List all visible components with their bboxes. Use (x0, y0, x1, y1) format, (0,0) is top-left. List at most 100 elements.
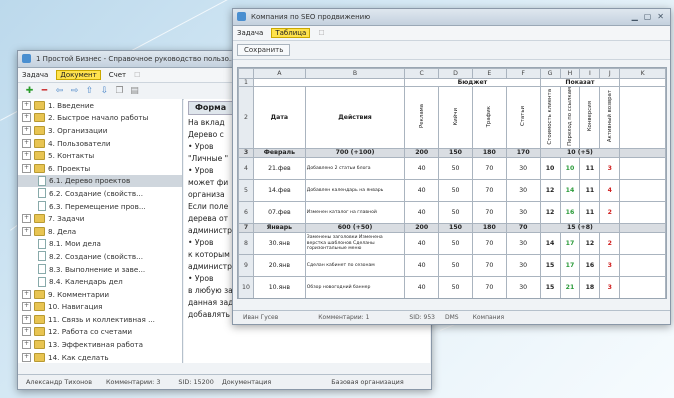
date-cell[interactable]: Февраль (252, 147, 306, 158)
action-cell[interactable]: Сделан кабинет по сезонам (304, 253, 406, 277)
column-header[interactable]: F (505, 68, 541, 79)
tree-item[interactable]: +9. Комментарии (18, 288, 182, 301)
tree-item[interactable]: +1. Введение (18, 99, 182, 112)
indicator-cell[interactable]: 15 (539, 275, 561, 298)
indicator-cell[interactable]: 16 (579, 253, 601, 277)
tree-item[interactable]: +10. Навигация (18, 301, 182, 314)
indicator-cell[interactable]: 3 (599, 275, 621, 298)
budget-cell[interactable]: 40 (404, 275, 440, 298)
tree-item[interactable]: +3. Организации (18, 124, 182, 137)
expand-icon[interactable]: + (22, 113, 31, 123)
budget-cell[interactable]: 30 (505, 275, 541, 298)
tree-item[interactable]: +2. Быстрое начало работы (18, 112, 182, 125)
budget-cell[interactable]: 70 (471, 178, 507, 202)
budget-cell[interactable]: 70 (471, 275, 507, 298)
expand-icon[interactable]: + (22, 151, 31, 161)
save-button[interactable]: Сохранить (237, 44, 291, 56)
budget-cell[interactable]: 30 (505, 178, 541, 202)
close-icon[interactable]: ✕ (657, 12, 664, 21)
indicator-cell[interactable]: 3 (599, 253, 621, 277)
menu-task[interactable]: Задача (237, 29, 263, 37)
date-header[interactable]: Дата (252, 86, 306, 149)
metric-header[interactable]: Трафик (471, 86, 507, 149)
indicator-cell[interactable]: 10 (539, 156, 561, 180)
column-header[interactable]: G (539, 68, 561, 79)
tab-form[interactable]: Форма (188, 101, 234, 115)
tree-item[interactable]: 8.1. Мои дела (18, 238, 182, 251)
table-cell[interactable] (619, 86, 666, 149)
action-cell[interactable]: 700 (+100) (304, 147, 406, 158)
budget-cell[interactable]: 150 (438, 147, 473, 158)
indicator-cell[interactable]: 17 (559, 253, 581, 277)
arrow-up-icon[interactable]: ⇧ (84, 86, 95, 97)
budget-cell[interactable]: 200 (404, 147, 440, 158)
action-header[interactable]: Действия (304, 86, 406, 149)
indicator-cell[interactable]: 11 (579, 178, 601, 202)
table-cell[interactable] (252, 78, 406, 87)
metric-header[interactable]: Активный возврат (599, 86, 621, 149)
remove-icon[interactable]: ━ (39, 86, 50, 97)
budget-cell[interactable]: 50 (438, 200, 473, 224)
budget-group-header[interactable]: Бюджет (404, 78, 541, 87)
row-number[interactable]: 7 (238, 222, 254, 233)
expand-icon[interactable]: + (22, 214, 31, 224)
budget-cell[interactable]: 50 (438, 275, 473, 298)
budget-cell[interactable]: 70 (471, 253, 507, 277)
budget-cell[interactable]: 70 (471, 231, 507, 255)
column-header[interactable]: D (438, 68, 473, 79)
indicator-cell[interactable]: 12 (539, 200, 561, 224)
new-tab-icon[interactable]: ☐ (134, 71, 140, 79)
expand-icon[interactable]: + (22, 125, 31, 135)
arrow-right-icon[interactable]: ⇨ (69, 86, 80, 97)
expand-icon[interactable]: + (22, 226, 31, 236)
budget-cell[interactable]: 50 (438, 156, 473, 180)
indicator-cell[interactable]: 16 (559, 200, 581, 224)
budget-cell[interactable]: 40 (404, 253, 440, 277)
action-cell[interactable]: Добавлено 2 статьи блога (304, 156, 406, 180)
indicator-cell[interactable]: 11 (579, 200, 601, 224)
expand-icon[interactable]: + (22, 163, 31, 173)
tree-item[interactable]: 8.3. Выполнение и заве... (18, 263, 182, 276)
tree-item[interactable]: 8.4. Календарь дел (18, 275, 182, 288)
tree-item[interactable]: +7. Задачи (18, 212, 182, 225)
tree-item[interactable]: +14. Как сделать (18, 351, 182, 363)
arrow-left-icon[interactable]: ⇦ (54, 86, 65, 97)
budget-cell[interactable]: 30 (505, 231, 541, 255)
budget-cell[interactable]: 30 (505, 253, 541, 277)
action-cell[interactable]: Обзор новогодний баннер (304, 275, 406, 298)
expand-icon[interactable]: + (22, 340, 31, 350)
indicator-cell[interactable]: 2 (599, 200, 621, 224)
spreadsheet-window-titlebar[interactable]: Компания по SEO продвижению ▁ ▢ ✕ (233, 9, 670, 26)
row-number[interactable]: 1 (238, 78, 254, 87)
indicator-cell[interactable]: 11 (579, 156, 601, 180)
row-number[interactable]: 10 (238, 275, 254, 298)
status-comments[interactable]: Комментарии: 1 (318, 314, 369, 321)
action-cell[interactable]: Заменены заголовки Изменена верстка шабл… (304, 231, 406, 255)
arrow-down-icon[interactable]: ⇩ (99, 86, 110, 97)
budget-cell[interactable]: 200 (404, 222, 440, 233)
tree-item[interactable]: +11. Связь и коллективная ... (18, 313, 182, 326)
column-header[interactable]: B (304, 68, 406, 79)
budget-cell[interactable]: 30 (505, 156, 541, 180)
date-cell[interactable]: 21.фев (252, 156, 306, 180)
indicator-cell[interactable]: 15 (539, 253, 561, 277)
indicator-cell[interactable]: 12 (539, 178, 561, 202)
action-cell[interactable]: Изменен каталог на главной (304, 200, 406, 224)
minimize-icon[interactable]: ▁ (632, 12, 638, 21)
status-comments[interactable]: Комментарии: 3 (106, 378, 160, 386)
table-cell[interactable] (619, 178, 666, 202)
indicator-cell[interactable]: 17 (559, 231, 581, 255)
tree-item[interactable]: +5. Контакты (18, 149, 182, 162)
indicator-cell[interactable]: 2 (599, 231, 621, 255)
column-header[interactable]: A (252, 68, 306, 79)
action-cell[interactable]: Добавлен календарь на январь (304, 178, 406, 202)
indicator-cell[interactable]: 10 (559, 156, 581, 180)
column-header[interactable]: I (579, 68, 601, 79)
row-number[interactable]: 2 (238, 86, 254, 149)
add-icon[interactable]: ✚ (24, 86, 35, 97)
row-number[interactable]: 5 (238, 178, 254, 202)
metric-header[interactable]: Конверсия (579, 86, 601, 149)
row-number[interactable]: 9 (238, 253, 254, 277)
budget-cell[interactable]: 40 (404, 178, 440, 202)
table-cell[interactable] (619, 231, 666, 255)
